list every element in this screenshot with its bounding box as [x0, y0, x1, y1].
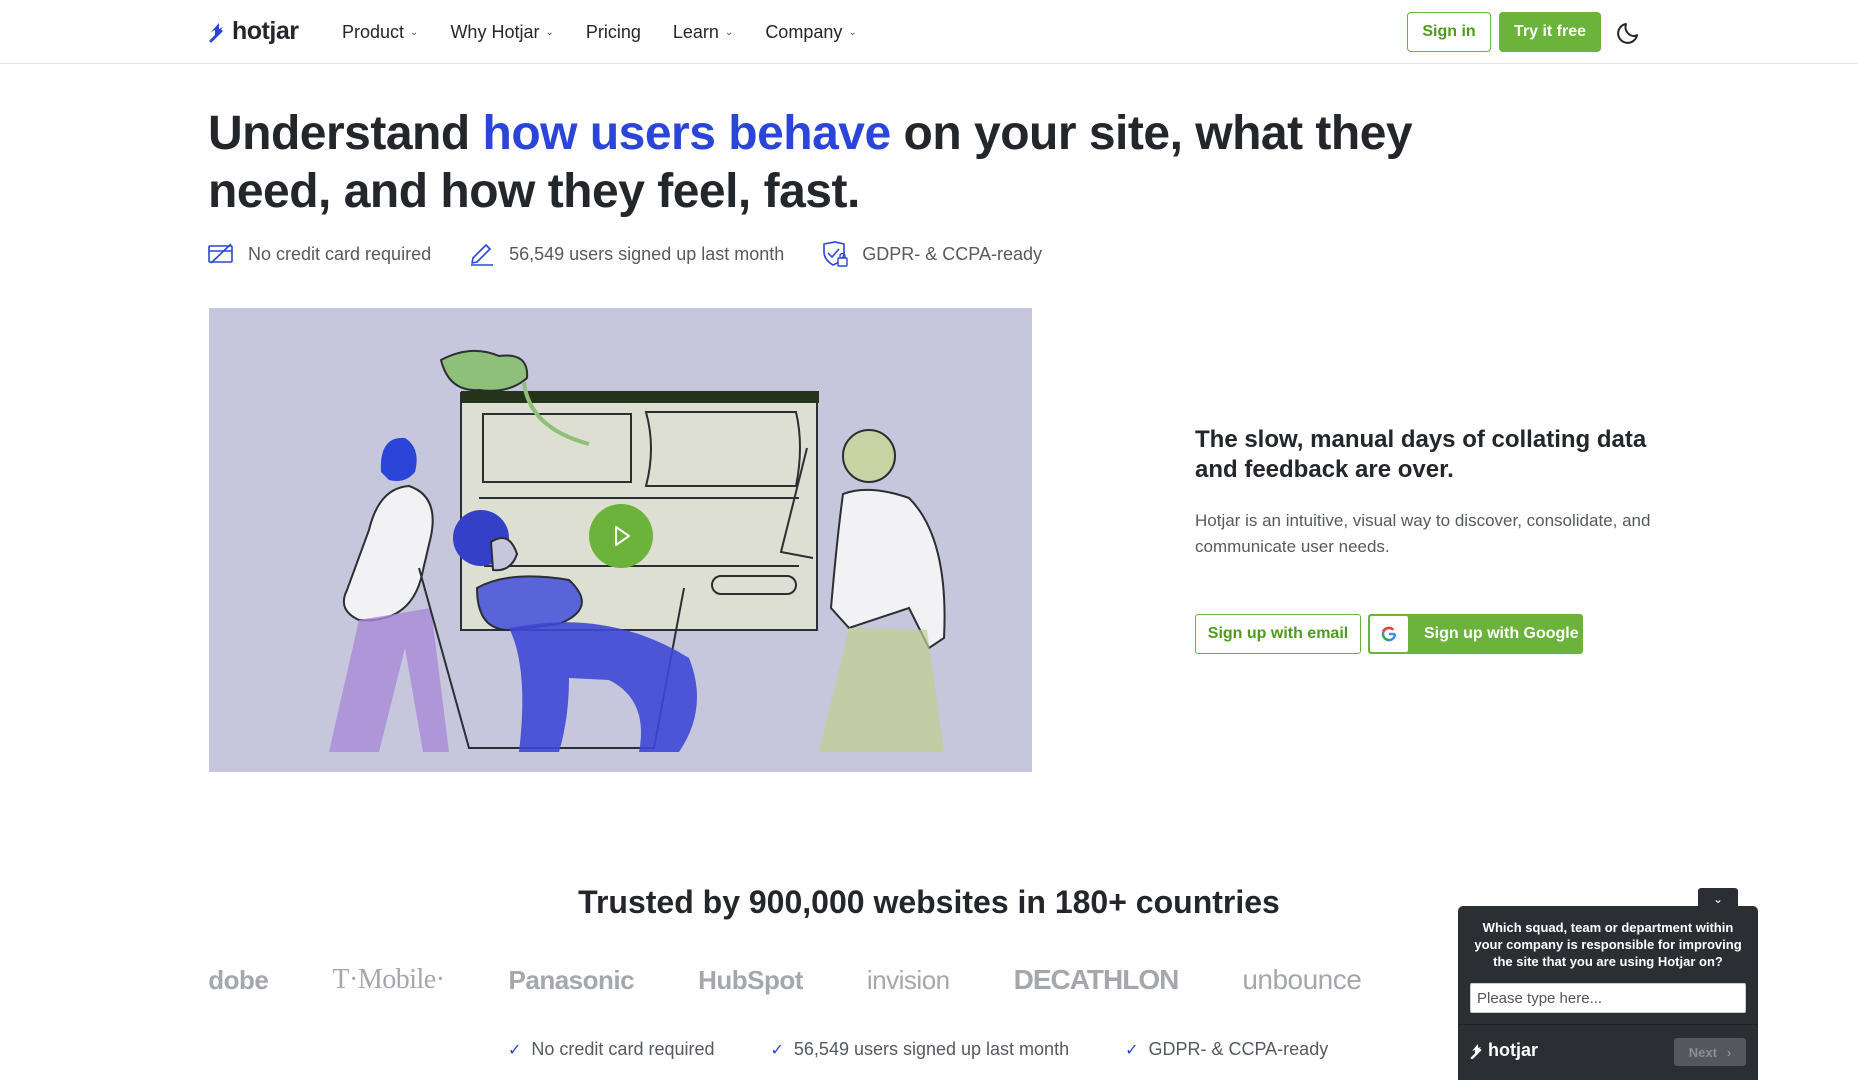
nav-why-hotjar-label: Why Hotjar	[450, 21, 540, 42]
survey-divider	[1458, 1024, 1758, 1025]
nav-pricing[interactable]: Pricing	[586, 22, 641, 43]
checkmark-icon: ✓	[1125, 1041, 1139, 1059]
check-users-signed-up: ✓ 56,549 users signed up last month	[771, 1039, 1070, 1060]
pencil-icon	[471, 244, 494, 266]
hotjar-logo-icon	[1470, 1043, 1482, 1059]
check-gdpr: ✓ GDPR- & CCPA-ready	[1125, 1039, 1328, 1060]
chevron-right-icon: ›	[1726, 1044, 1732, 1060]
nav-pricing-label: Pricing	[585, 21, 641, 42]
check-no-credit-card: ✓ No credit card required	[508, 1039, 715, 1060]
logo-t-mobile: T·Mobile·	[332, 964, 445, 995]
moon-icon[interactable]	[1616, 19, 1642, 45]
badge-no-credit-card-text: No credit card required	[248, 243, 432, 264]
customer-logos: Adobe T·Mobile· Panasonic HubSpot invisi…	[208, 955, 1458, 1005]
nav-company[interactable]: Company ⌄	[765, 22, 856, 43]
hero-title: Understand how users behave on your site…	[208, 105, 1508, 221]
logo-panasonic: Panasonic	[508, 964, 635, 995]
site-header: hotjar Product ⌄ Why Hotjar ⌄ Pricing Le…	[0, 0, 1858, 64]
credit-card-icon	[208, 243, 233, 264]
side-title: The slow, manual days of collating data …	[1195, 426, 1647, 483]
sign-up-email-button[interactable]: Sign up with email	[1195, 614, 1361, 654]
trusted-checks: ✓ No credit card required ✓ 56,549 users…	[508, 1039, 1384, 1060]
try-it-free-button[interactable]: Try it free	[1499, 12, 1601, 52]
logo-text: hotjar	[232, 17, 299, 45]
hero-title-start: Understand	[208, 107, 483, 160]
check-gdpr-text: GDPR- & CCPA-ready	[1148, 1039, 1329, 1059]
survey-logo-text: hotjar	[1488, 1040, 1539, 1060]
chevron-down-icon: ⌄	[724, 26, 734, 38]
google-icon	[1381, 626, 1397, 642]
badge-gdpr-text: GDPR- & CCPA-ready	[862, 243, 1042, 264]
nav-product-label: Product	[342, 21, 405, 42]
nav-product[interactable]: Product ⌄	[342, 22, 418, 43]
chevron-down-icon: ⌄	[1712, 892, 1724, 906]
logo-hubspot: HubSpot	[698, 964, 803, 995]
checkmark-icon: ✓	[508, 1041, 522, 1059]
side-description: Hotjar is an intuitive, visual way to di…	[1195, 511, 1651, 556]
badge-users-signed-up: 56,549 users signed up last month	[469, 242, 784, 266]
survey-widget: Which squad, team or department within y…	[1458, 906, 1758, 1080]
survey-next-label: Next	[1688, 1044, 1717, 1060]
video-play-button[interactable]	[589, 504, 653, 568]
badge-no-credit-card: No credit card required	[208, 243, 431, 265]
logo-adobe: Adobe	[208, 964, 269, 995]
main-nav: Product ⌄ Why Hotjar ⌄ Pricing Learn ⌄ C…	[342, 0, 889, 64]
survey-question: Which squad, team or department within y…	[1474, 920, 1742, 969]
logo-decathlon: DECATHLON	[1013, 964, 1180, 995]
badge-users-signed-up-text: 56,549 users signed up last month	[509, 243, 785, 264]
nav-learn[interactable]: Learn ⌄	[673, 22, 733, 43]
check-no-credit-card-text: No credit card required	[531, 1039, 715, 1059]
sign-up-google-button[interactable]: Sign up with Google	[1368, 614, 1583, 654]
check-users-signed-up-text: 56,549 users signed up last month	[793, 1039, 1070, 1059]
nav-learn-label: Learn	[672, 21, 719, 42]
checkmark-icon: ✓	[770, 1041, 784, 1059]
sign-up-google-label: Sign up with Google	[1424, 625, 1579, 642]
chevron-down-icon: ⌄	[545, 26, 554, 38]
chevron-down-icon: ⌄	[410, 26, 419, 38]
badge-gdpr: GDPR- & CCPA-ready	[822, 241, 1042, 267]
survey-answer-input[interactable]	[1470, 983, 1746, 1013]
hero-badges: No credit card required 56,549 users sig…	[208, 241, 1080, 267]
nav-why-hotjar[interactable]: Why Hotjar ⌄	[450, 22, 553, 43]
hotjar-logo[interactable]: hotjar	[208, 17, 299, 46]
survey-next-button[interactable]: Next ›	[1674, 1038, 1746, 1066]
logo-unbounce: unbounce	[1242, 964, 1362, 995]
hero-title-accent: how users behave	[482, 107, 892, 160]
survey-hotjar-logo[interactable]: hotjar	[1470, 1040, 1538, 1061]
google-icon-box	[1370, 616, 1408, 652]
nav-company-label: Company	[765, 21, 843, 42]
logo-invision: invision	[866, 964, 950, 995]
hotjar-logo-icon	[209, 22, 223, 42]
play-icon	[615, 526, 630, 546]
sign-in-button[interactable]: Sign in	[1407, 12, 1491, 52]
chevron-down-icon: ⌄	[848, 26, 857, 38]
shield-lock-icon	[823, 241, 848, 267]
